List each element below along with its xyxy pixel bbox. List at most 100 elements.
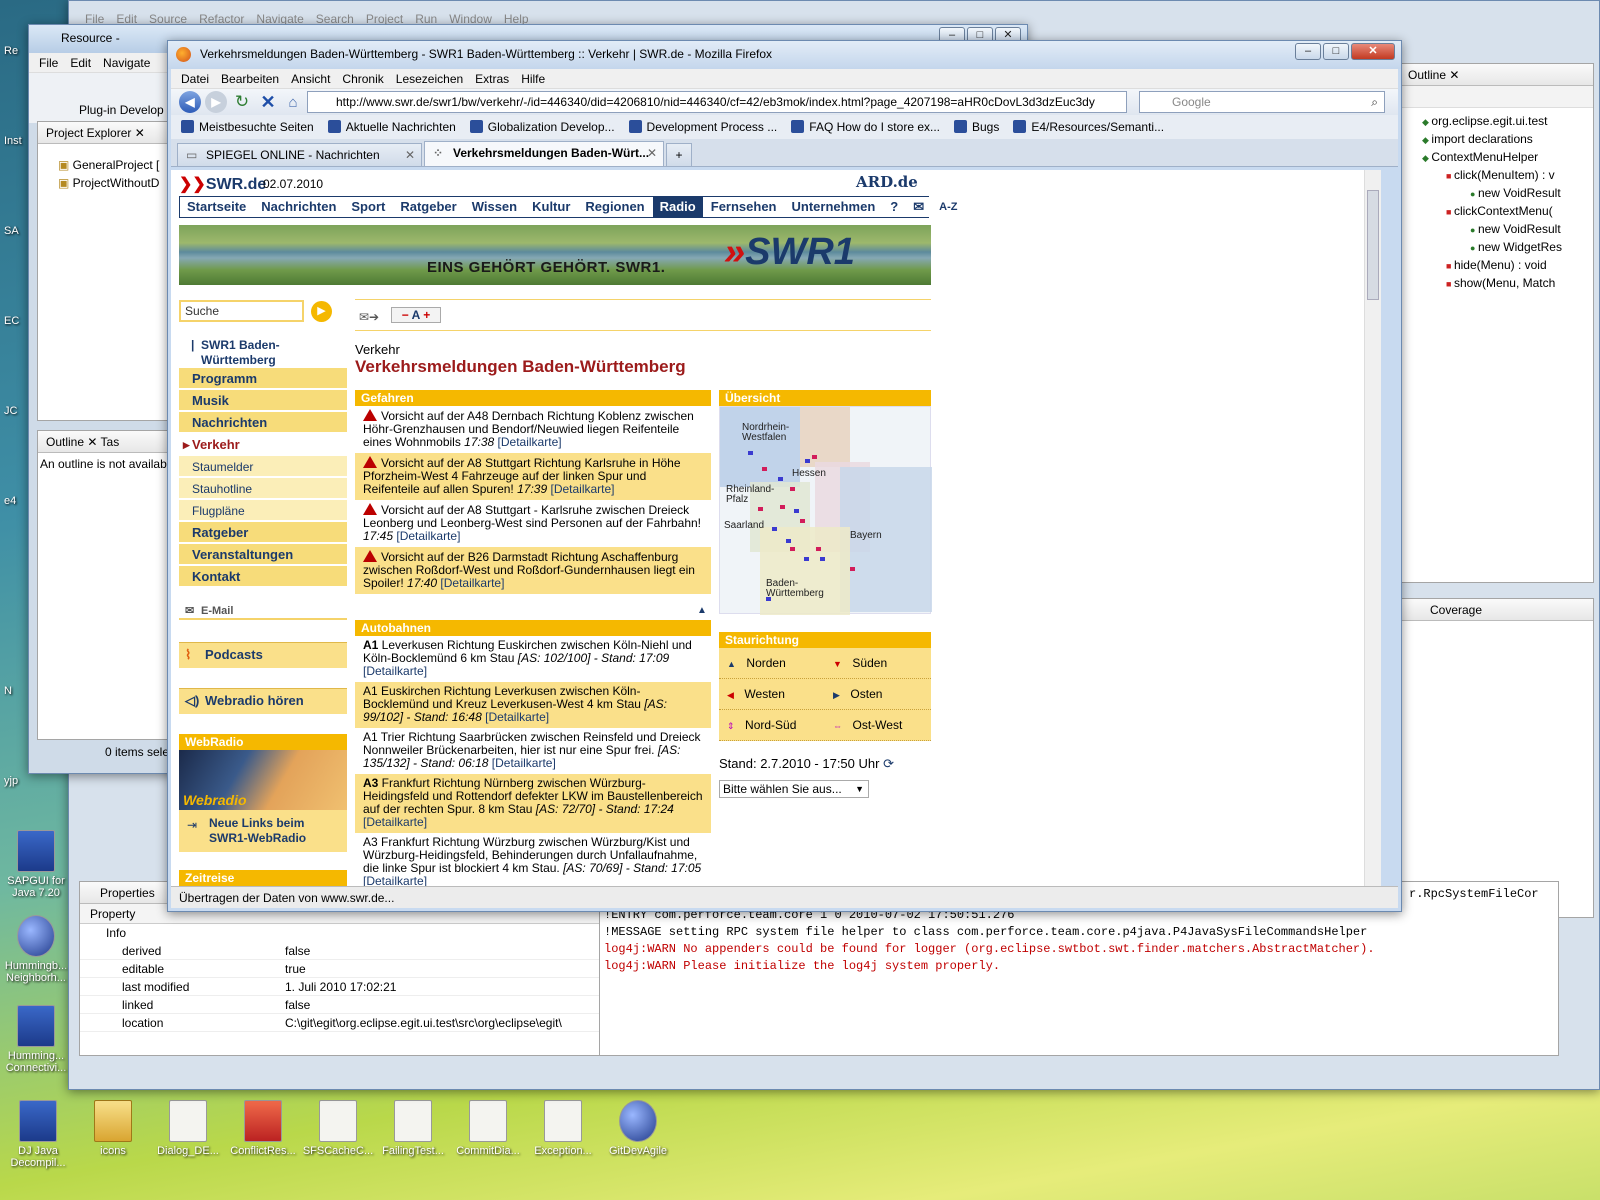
outline-item[interactable]: ◆ org.eclipse.egit.ui.test: [1400, 112, 1593, 130]
detailkarte-link[interactable]: [Detailkarte]: [363, 815, 427, 829]
side-nav-item[interactable]: Programm: [179, 368, 347, 390]
resource-menu-item[interactable]: Navigate: [97, 56, 156, 70]
webradio-listen-link[interactable]: ◁) Webradio hören: [179, 688, 347, 714]
tab-coverage[interactable]: Coverage: [1400, 599, 1593, 621]
traffic-marker[interactable]: [800, 519, 805, 523]
swr-nav-item[interactable]: Sport: [344, 197, 394, 217]
outline-item[interactable]: ◆ ContextMenuHelper: [1400, 148, 1593, 166]
bookmark-item[interactable]: Aktuelle Nachrichten: [328, 120, 456, 134]
swr-nav-item[interactable]: Regionen: [578, 197, 653, 217]
outline-item[interactable]: ■ show(Menu, Match: [1400, 274, 1593, 292]
outline-item[interactable]: ■ clickContextMenu(: [1400, 202, 1593, 220]
side-email-link[interactable]: ✉ E-Mail: [179, 602, 347, 620]
desktop-shortcut[interactable]: SAPGUI for Java 7.20: [0, 830, 76, 899]
desktop-file-icon[interactable]: GitDevAgile: [598, 1100, 678, 1157]
traffic-marker[interactable]: [762, 467, 767, 471]
firefox-menu-item[interactable]: Ansicht: [285, 72, 336, 86]
bookmark-item[interactable]: Globalization Develop...: [470, 120, 615, 134]
outline-item[interactable]: ● new VoidResult: [1400, 220, 1593, 238]
desktop-icon-label[interactable]: yjp: [4, 775, 18, 787]
swr-nav-item[interactable]: Startseite: [180, 197, 255, 217]
traffic-marker[interactable]: [790, 547, 795, 551]
detailkarte-link[interactable]: [Detailkarte]: [485, 710, 549, 724]
back-icon[interactable]: ◀: [179, 91, 201, 113]
swr-nav-item[interactable]: Kultur: [525, 197, 579, 217]
send-mail-icon[interactable]: ✉➔: [359, 310, 379, 324]
bookmark-item[interactable]: Development Process ...: [629, 120, 778, 134]
firefox-menu-item[interactable]: Extras: [469, 72, 515, 86]
tab-outline-small[interactable]: Outline ✕ Tas: [38, 431, 172, 453]
side-nav-item[interactable]: Stauhotline: [179, 478, 347, 500]
font-size-tool[interactable]: − A +: [391, 307, 441, 323]
desktop-file-icon[interactable]: Exception...: [523, 1100, 603, 1157]
swr-nav-item[interactable]: Nachrichten: [254, 197, 345, 217]
traffic-map[interactable]: Nordrhein- Westfalen Hessen Rheinland- Pfa…: [719, 406, 932, 615]
detailkarte-link[interactable]: [Detailkarte]: [492, 756, 556, 770]
side-nav-item[interactable]: Veranstaltungen: [179, 544, 347, 566]
search-input[interactable]: Google ⌕: [1139, 91, 1385, 113]
side-nav-item[interactable]: Ratgeber: [179, 522, 347, 544]
podcasts-link[interactable]: ⌇ Podcasts: [179, 642, 347, 668]
tab-close-icon[interactable]: ✕: [647, 142, 657, 164]
desktop-file-icon[interactable]: SFSCacheC...: [298, 1100, 378, 1157]
property-row[interactable]: derived false: [80, 942, 608, 960]
resource-menu-item[interactable]: File: [33, 56, 64, 70]
resource-menu-item[interactable]: Edit: [64, 56, 97, 70]
side-nav-item[interactable]: Flugpläne: [179, 500, 347, 522]
detailkarte-link[interactable]: [Detailkarte]: [440, 576, 504, 590]
bookmark-item[interactable]: E4/Resources/Semanti...: [1013, 120, 1164, 134]
traffic-marker[interactable]: [816, 547, 821, 551]
swr-nav-az[interactable]: A-Z: [932, 197, 965, 217]
swr-nav-item[interactable]: Wissen: [464, 197, 526, 217]
outline-item[interactable]: ■ hide(Menu) : void: [1400, 256, 1593, 274]
webradio-image[interactable]: Webradio: [179, 750, 347, 810]
desktop-icon-label[interactable]: Inst: [4, 135, 22, 147]
traffic-marker[interactable]: [804, 557, 809, 561]
traffic-marker[interactable]: [812, 455, 817, 459]
traffic-marker[interactable]: [786, 539, 791, 543]
detailkarte-link[interactable]: [Detailkarte]: [363, 664, 427, 678]
desktop-file-icon[interactable]: Dialog_DE...: [148, 1100, 228, 1157]
firefox-menu-item[interactable]: Datei: [175, 72, 215, 86]
project-item[interactable]: ▣ GeneralProject [: [58, 158, 172, 176]
outline-item[interactable]: ◆ import declarations: [1400, 130, 1593, 148]
swr-nav-item[interactable]: Unternehmen: [784, 197, 884, 217]
side-nav-item[interactable]: Kontakt: [179, 566, 347, 588]
swr-nav-item[interactable]: ?: [883, 197, 907, 217]
firefox-menu-item[interactable]: Hilfe: [515, 72, 551, 86]
tab-project-explorer[interactable]: Project Explorer ✕: [38, 122, 172, 144]
bookmark-item[interactable]: Meistbesuchte Seiten: [181, 120, 314, 134]
traffic-marker[interactable]: [758, 507, 763, 511]
refresh-icon[interactable]: ⟳: [883, 756, 894, 771]
desktop-file-icon[interactable]: FailingTest...: [373, 1100, 453, 1157]
desktop-file-icon[interactable]: ConflictRes...: [223, 1100, 303, 1157]
traffic-marker[interactable]: [748, 451, 753, 455]
stop-icon[interactable]: ✕: [257, 92, 279, 113]
url-input[interactable]: http://www.swr.de/swr1/bw/verkehr/-/id=4…: [307, 91, 1127, 113]
traffic-marker[interactable]: [790, 487, 795, 491]
detailkarte-link[interactable]: [Detailkarte]: [396, 529, 460, 543]
ff-maximize-button[interactable]: □: [1323, 43, 1349, 60]
traffic-marker[interactable]: [778, 477, 783, 481]
detailkarte-link[interactable]: [Detailkarte]: [550, 482, 614, 496]
firefox-menu-item[interactable]: Bearbeiten: [215, 72, 285, 86]
desktop-icon-label[interactable]: N: [4, 685, 12, 697]
side-nav-title[interactable]: | SWR1 Baden- Württemberg: [185, 338, 335, 368]
desktop-shortcut[interactable]: Hummingb... Neighborh...: [0, 915, 76, 984]
traffic-marker[interactable]: [850, 567, 855, 571]
traffic-marker[interactable]: [794, 509, 799, 513]
browser-tab[interactable]: ⁘ Verkehrsmeldungen Baden-Würt... ✕: [424, 141, 664, 166]
desktop-shortcut[interactable]: Humming... Connectivi...: [0, 1005, 76, 1074]
ff-minimize-button[interactable]: –: [1295, 43, 1321, 60]
bookmark-item[interactable]: FAQ How do I store ex...: [791, 120, 940, 134]
search-go-button[interactable]: ▶: [311, 301, 332, 322]
property-row[interactable]: location C:\git\egit\org.eclipse.egit.ui.…: [80, 1014, 608, 1032]
traffic-marker[interactable]: [766, 597, 771, 601]
page-scrollbar[interactable]: [1364, 170, 1381, 888]
search-icon[interactable]: ⌕: [1371, 92, 1378, 112]
new-tab-button[interactable]: +: [666, 143, 692, 166]
side-nav-item[interactable]: Musik: [179, 390, 347, 412]
swr-logo[interactable]: ❯❯SWR.de: [179, 174, 266, 194]
swr-nav-item[interactable]: Radio: [652, 197, 704, 217]
detailkarte-link[interactable]: [Detailkarte]: [498, 435, 562, 449]
